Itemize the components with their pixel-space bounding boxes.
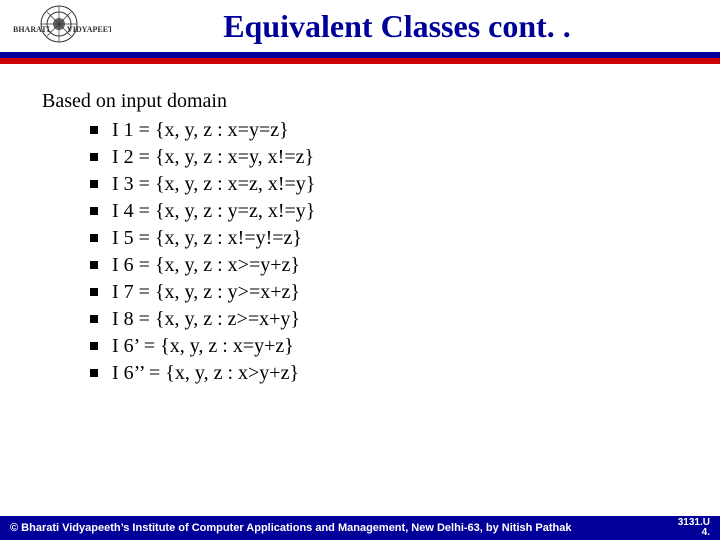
list-item: I 8 = {x, y, z : z>=x+y} xyxy=(90,306,690,333)
svg-text:BHARATI: BHARATI xyxy=(13,25,50,34)
list-item: I 4 = {x, y, z : y=z, x!=y} xyxy=(90,198,690,225)
list-item: I 5 = {x, y, z : x!=y!=z} xyxy=(90,225,690,252)
equivalence-class-list: I 1 = {x, y, z : x=y=z} I 2 = {x, y, z :… xyxy=(42,117,690,387)
list-item: I 3 = {x, y, z : x=z, x!=y} xyxy=(90,171,690,198)
list-item: I 6’ = {x, y, z : x=y+z} xyxy=(90,333,690,360)
list-item: I 1 = {x, y, z : x=y=z} xyxy=(90,117,690,144)
list-item: I 6’’ = {x, y, z : x>y+z} xyxy=(90,360,690,387)
list-item: I 6 = {x, y, z : x>=y+z} xyxy=(90,252,690,279)
svg-text:VIDYAPEETH: VIDYAPEETH xyxy=(67,25,111,34)
slide-header: BHARATI VIDYAPEETH Equivalent Classes co… xyxy=(0,0,720,58)
slide-content: Based on input domain I 1 = {x, y, z : x… xyxy=(0,58,720,387)
list-item: I 2 = {x, y, z : x=y, x!=z} xyxy=(90,144,690,171)
slide-title: Equivalent Classes cont. . xyxy=(114,8,720,45)
institution-logo: BHARATI VIDYAPEETH xyxy=(4,0,114,52)
page-number: 3131.U 4. xyxy=(678,518,710,538)
copyright-text: © Bharati Vidyapeeth’s Institute of Comp… xyxy=(10,522,571,534)
slide-footer: © Bharati Vidyapeeth’s Institute of Comp… xyxy=(0,516,720,540)
intro-text: Based on input domain xyxy=(42,88,690,115)
list-item: I 7 = {x, y, z : y>=x+z} xyxy=(90,279,690,306)
